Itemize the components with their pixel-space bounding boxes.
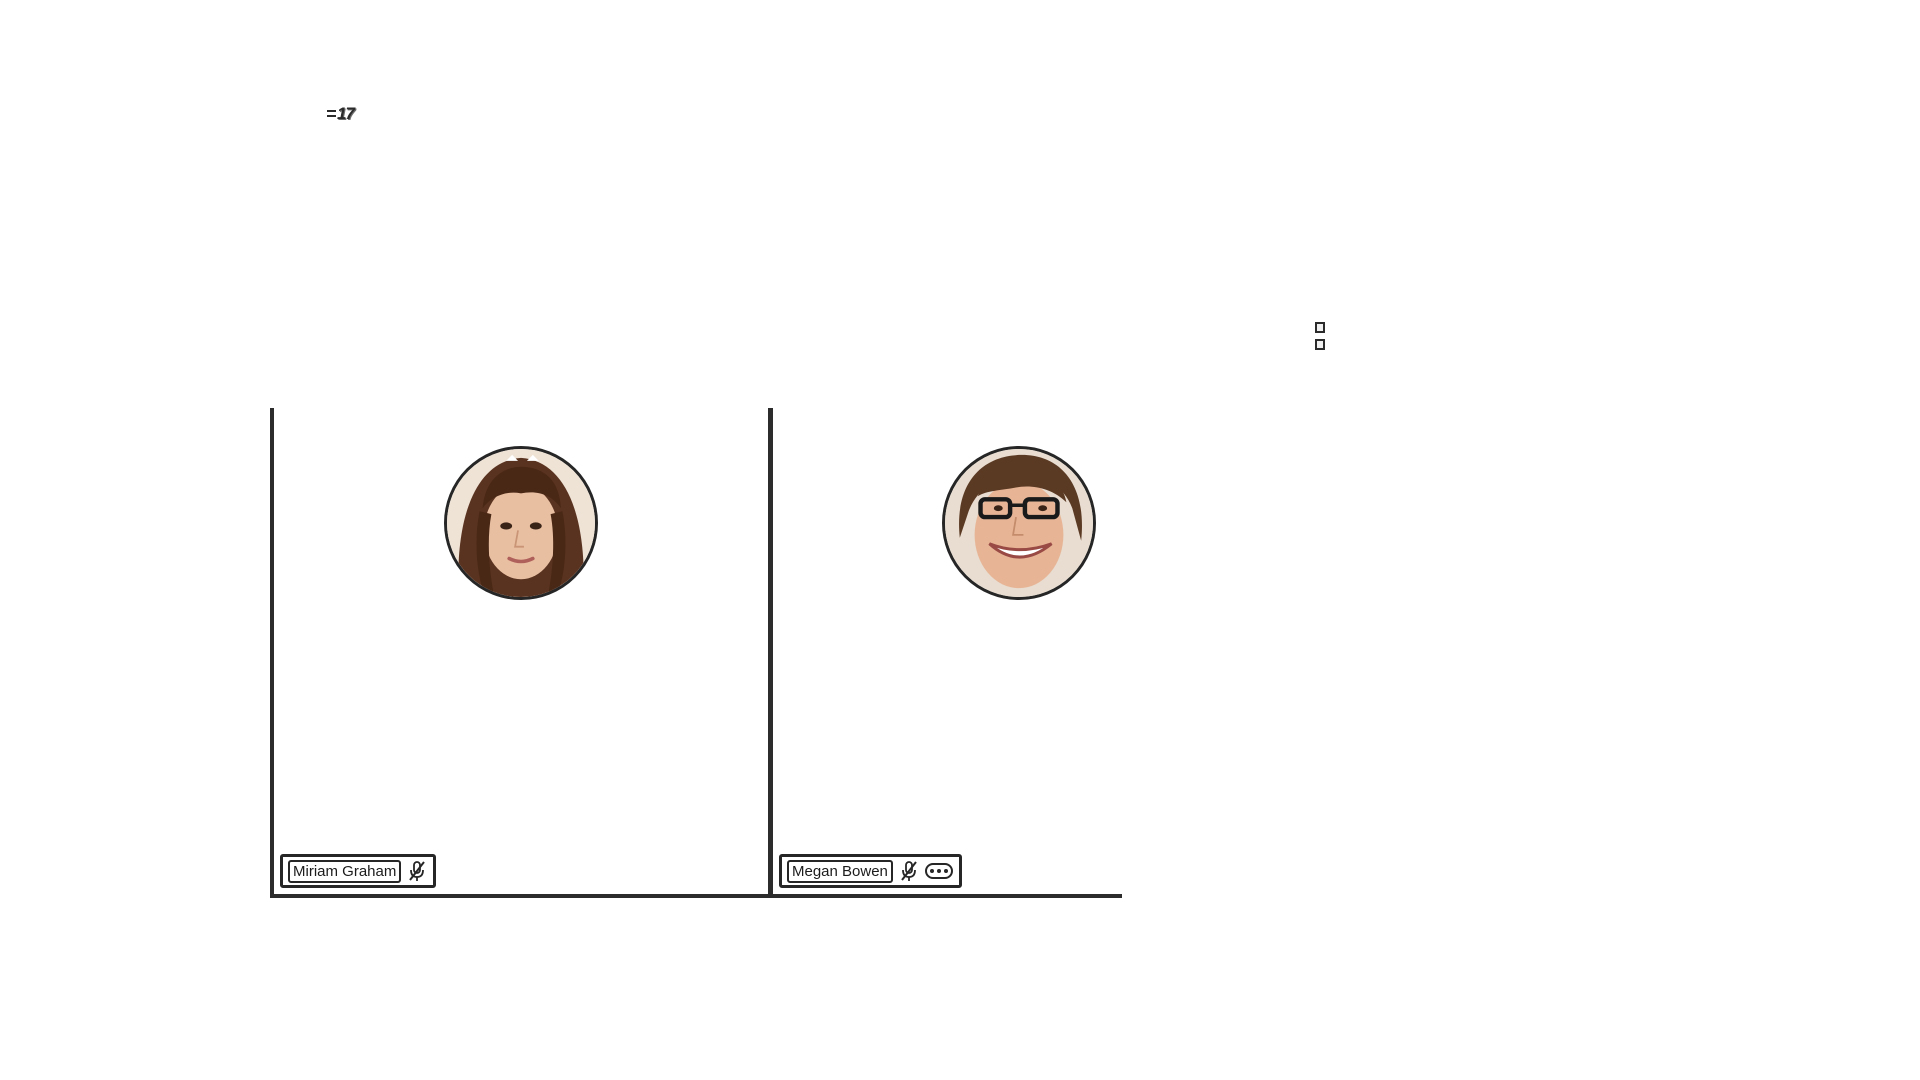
participant-name-badge: Megan Bowen [779, 854, 962, 888]
dot [936, 869, 941, 873]
people-icon [327, 107, 336, 121]
participant-name: Miriam Graham [288, 859, 402, 883]
participant-tile[interactable]: Megan Bowen [773, 408, 1122, 894]
microphone-off-icon [409, 861, 426, 881]
grid-divider [270, 894, 1122, 898]
participant-count-value: 17 [337, 104, 355, 123]
participant-name: Megan Bowen [787, 859, 893, 883]
dot [929, 869, 934, 873]
expand-icon[interactable] [1314, 322, 1326, 350]
microphone-off-icon [901, 861, 917, 881]
participant-tile[interactable]: Miriam Graham [274, 408, 768, 894]
participant-count-indicator[interactable]: 17 [327, 104, 355, 124]
expand-icon-bottom [1315, 339, 1325, 350]
expand-icon-top [1315, 322, 1325, 333]
participant-name-badge: Miriam Graham [280, 854, 437, 888]
avatar-photo [447, 449, 595, 597]
more-options-icon[interactable] [924, 863, 953, 879]
video-grid: Miriam Graham Megan Bowen [270, 408, 1122, 898]
participant-avatar [942, 446, 1096, 600]
participant-avatar [444, 446, 598, 600]
dot [943, 869, 948, 873]
avatar-photo [945, 449, 1093, 597]
